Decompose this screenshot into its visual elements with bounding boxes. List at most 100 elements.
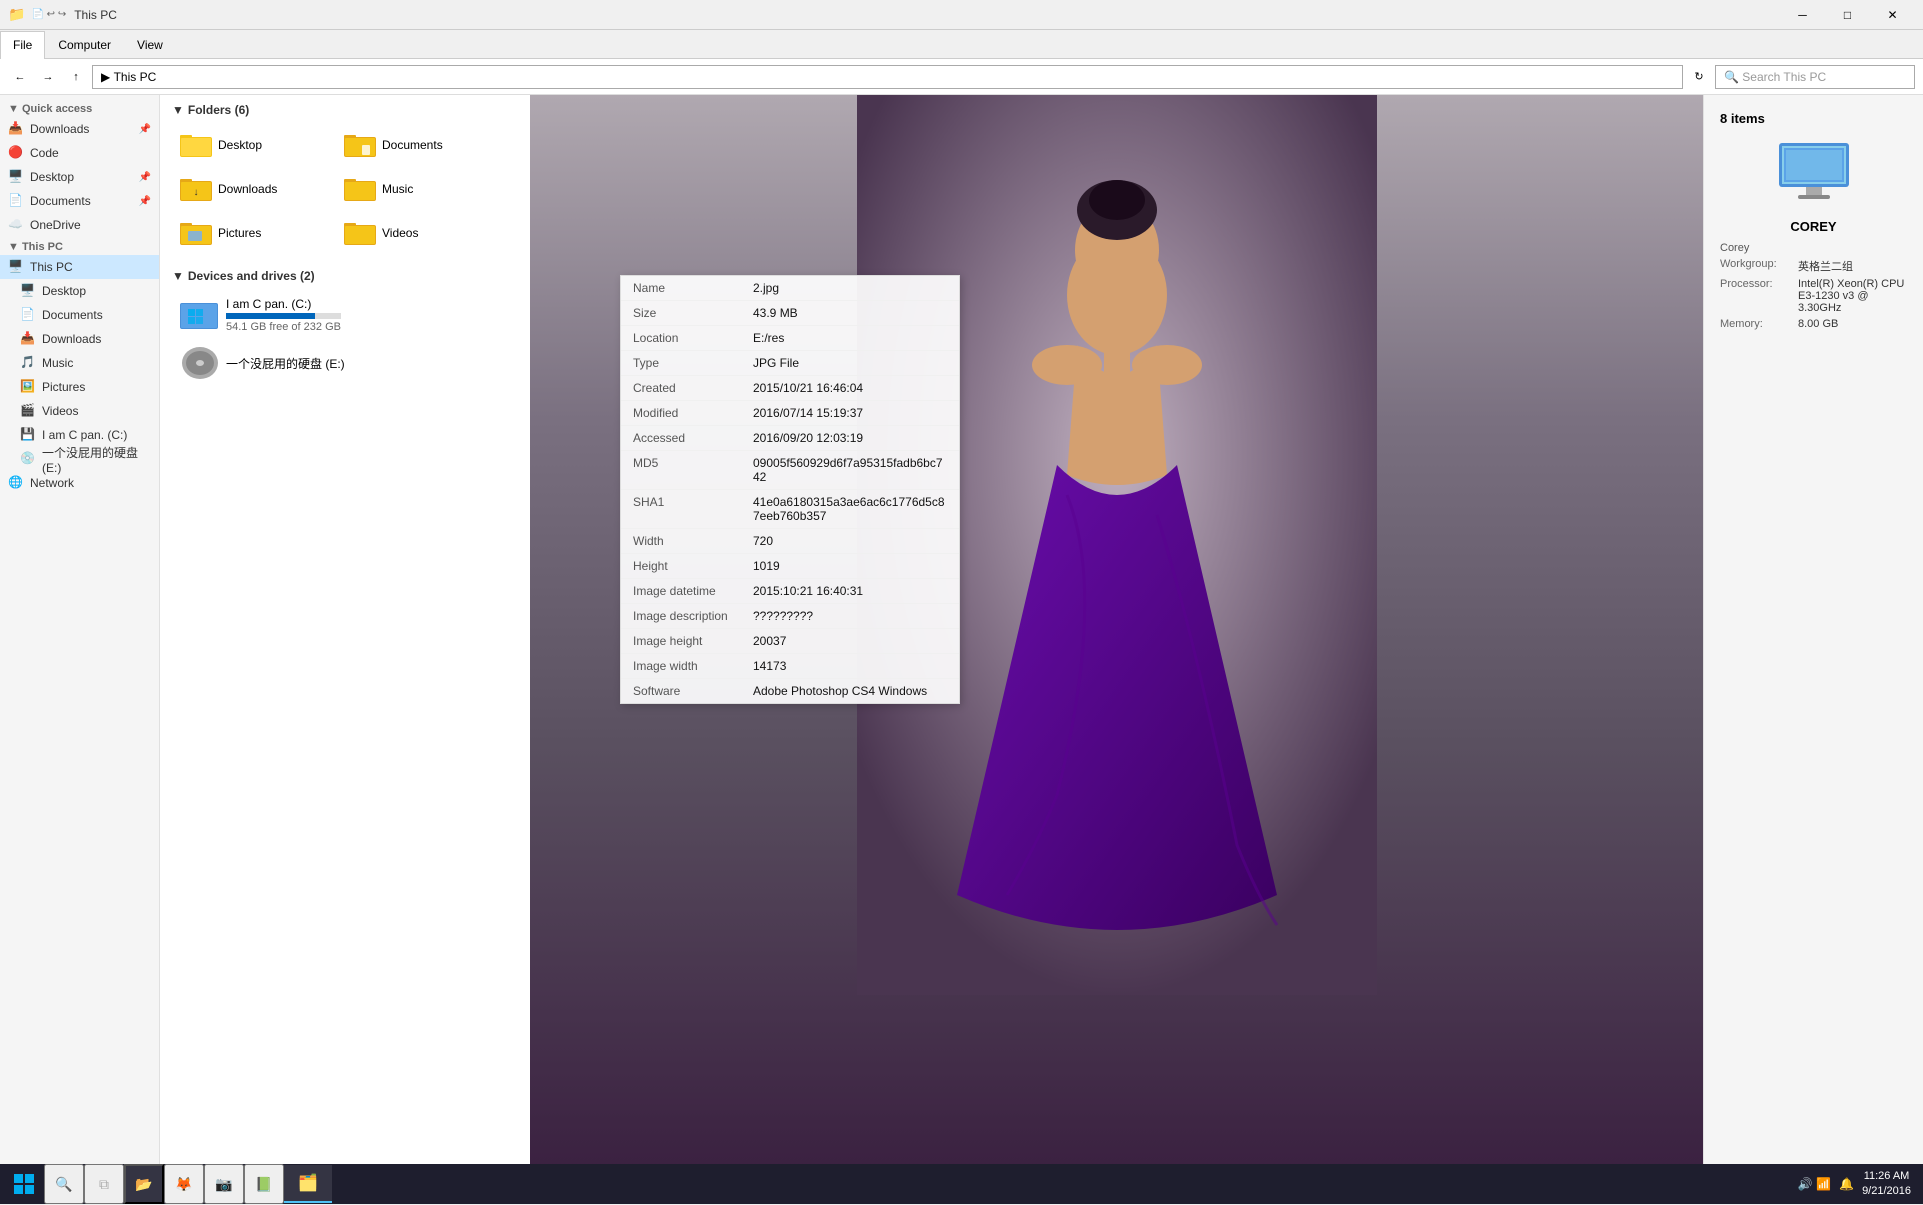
taskbar-app-1[interactable]: 📂 <box>124 1164 164 1204</box>
address-bar: ← → ↑ ▶ This PC ↻ 🔍 Search This PC <box>0 59 1923 95</box>
tab-computer[interactable]: Computer <box>45 30 124 58</box>
breadcrumb: ▶ <box>101 70 110 84</box>
file-info-row: Modified 2016/07/14 15:19:37 <box>621 401 959 426</box>
address-path[interactable]: ▶ This PC <box>92 65 1683 89</box>
taskbar-app-3[interactable]: 📷 <box>204 1164 244 1204</box>
file-info-label: Size <box>633 306 753 320</box>
file-info-value: 41e0a6180315a3ae6ac6c1776d5c87eeb760b357 <box>753 495 947 523</box>
folder-desktop[interactable]: Desktop <box>172 125 332 165</box>
items-count: 8 items <box>1720 111 1765 126</box>
sidebar-item-this-pc[interactable]: 🖥️ This PC <box>0 255 159 279</box>
taskbar: 🔍 ⧉ 📂 🦊 📷 📗 🗂️ 🔊 📶 🔔 11:26 AM 9/21/2016 <box>0 1164 1923 1204</box>
folder-documents[interactable]: Documents <box>336 125 496 165</box>
folder-videos[interactable]: Videos <box>336 213 496 253</box>
quick-access-label: Quick access <box>22 103 92 115</box>
file-info-row: Name 2.jpg <box>621 276 959 301</box>
file-info-value: 2016/09/20 12:03:19 <box>753 431 863 445</box>
sidebar-item-documents-pinned[interactable]: 📄 Documents 📌 <box>0 189 159 213</box>
svg-text:↓: ↓ <box>194 187 199 198</box>
sidebar-item-videos[interactable]: 🎬 Videos <box>0 399 159 423</box>
taskbar-search-button[interactable]: 🔍 <box>44 1164 84 1204</box>
sidebar-item-drive-e[interactable]: 💿 一个没屁用的硬盘 (E:) <box>0 447 159 471</box>
this-pc-label: This PC <box>22 241 63 253</box>
sidebar-item-network[interactable]: 🌐 Network <box>0 471 159 495</box>
clock-time: 11:26 AM <box>1862 1169 1911 1184</box>
folder-name: Documents <box>382 138 443 152</box>
minimize-button[interactable]: ─ <box>1780 0 1825 30</box>
taskbar-app-2[interactable]: 🦊 <box>164 1164 204 1204</box>
folder-music[interactable]: Music <box>336 169 496 209</box>
file-info-row: Accessed 2016/09/20 12:03:19 <box>621 426 959 451</box>
sidebar-item-documents[interactable]: 📄 Documents <box>0 303 159 327</box>
maximize-button[interactable]: □ <box>1825 0 1870 30</box>
pin-icon: 📌 <box>139 196 151 207</box>
pin-icon: 📌 <box>139 172 151 183</box>
background-image-area: Name 2.jpg Size 43.9 MB Location E:/res … <box>530 95 1703 1177</box>
taskbar-explorer-button[interactable]: 🗂️ <box>284 1165 332 1203</box>
up-button[interactable]: ↑ <box>64 65 88 89</box>
drive-c[interactable]: I am C pan. (C:) 54.1 GB free of 232 GB <box>172 291 392 339</box>
workgroup-row: Workgroup: 英格兰二组 <box>1720 258 1907 274</box>
taskbar-taskview-button[interactable]: ⧉ <box>84 1164 124 1204</box>
computer-name: COREY <box>1790 219 1836 234</box>
memory-value: 8.00 GB <box>1798 318 1838 330</box>
folders-section-header[interactable]: ▼ Folders (6) <box>172 103 518 117</box>
documents-icon: 📄 <box>8 193 24 209</box>
computer-info: Corey Workgroup: 英格兰二组 Processor: Intel(… <box>1720 242 1907 334</box>
folder-icon <box>180 219 212 247</box>
drives-section-header[interactable]: ▼ Devices and drives (2) <box>172 269 518 283</box>
sidebar-item-label: Videos <box>42 404 78 418</box>
title-bar-controls: ─ □ ✕ <box>1780 0 1915 30</box>
folder-name: Pictures <box>218 226 261 240</box>
sidebar-item-code[interactable]: 🔴 Code <box>0 141 159 165</box>
sidebar-section-quick-access[interactable]: ▼ Quick access <box>0 99 159 117</box>
tab-view[interactable]: View <box>124 30 176 58</box>
tab-file[interactable]: File <box>0 31 45 59</box>
ribbon-tabs: File Computer View <box>0 30 1923 58</box>
close-button[interactable]: ✕ <box>1870 0 1915 30</box>
folder-name: Downloads <box>218 182 277 196</box>
windows-logo <box>14 1174 34 1194</box>
file-info-label: Image height <box>633 634 753 648</box>
sidebar-item-onedrive[interactable]: ☁️ OneDrive <box>0 213 159 237</box>
sidebar-item-downloads-pinned[interactable]: 📥 Downloads 📌 <box>0 117 159 141</box>
sidebar-item-label: Desktop <box>30 170 74 184</box>
refresh-button[interactable]: ↻ <box>1687 65 1711 89</box>
taskbar-right: 🔊 📶 🔔 11:26 AM 9/21/2016 <box>1798 1169 1919 1200</box>
file-info-value: JPG File <box>753 356 799 370</box>
sidebar-item-pictures[interactable]: 🖼️ Pictures <box>0 375 159 399</box>
folder-downloads[interactable]: ↓ Downloads <box>172 169 332 209</box>
taskbar-app-4[interactable]: 📗 <box>244 1164 284 1204</box>
right-panel: 8 items COREY Corey Workgroup: 英格 <box>1703 95 1923 1177</box>
notification-icon[interactable]: 🔔 <box>1839 1177 1854 1191</box>
forward-button[interactable]: → <box>36 65 60 89</box>
sidebar-item-desktop-pinned[interactable]: 🖥️ Desktop 📌 <box>0 165 159 189</box>
sidebar-item-music[interactable]: 🎵 Music <box>0 351 159 375</box>
folder-icon <box>344 131 376 159</box>
path-text: This PC <box>114 70 157 84</box>
workgroup-value: 英格兰二组 <box>1798 258 1853 274</box>
folder-name: Desktop <box>218 138 262 152</box>
file-info-table: Name 2.jpg Size 43.9 MB Location E:/res … <box>621 276 959 703</box>
folder-pictures[interactable]: Pictures <box>172 213 332 253</box>
sidebar-item-label: Code <box>30 146 59 160</box>
sidebar-section-this-pc[interactable]: ▼ This PC <box>0 237 159 255</box>
sidebar-item-downloads[interactable]: 📥 Downloads <box>0 327 159 351</box>
folders-grid: Desktop Documents <box>172 125 518 253</box>
downloads-icon: 📥 <box>8 121 24 137</box>
sidebar-item-desktop[interactable]: 🖥️ Desktop <box>0 279 159 303</box>
title-bar: 📁 📄 ↩ ↪ This PC ─ □ ✕ <box>0 0 1923 30</box>
start-button[interactable] <box>4 1164 44 1204</box>
ribbon: File Computer View <box>0 30 1923 59</box>
back-button[interactable]: ← <box>8 65 32 89</box>
code-icon: 🔴 <box>8 145 24 161</box>
drive-c-icon <box>180 297 220 333</box>
username-row: Corey <box>1720 242 1907 254</box>
drive-e[interactable]: 一个没屁用的硬盘 (E:) <box>172 339 392 387</box>
file-info-value: 20037 <box>753 634 786 648</box>
search-box[interactable]: 🔍 Search This PC <box>1715 65 1915 89</box>
file-info-value: 2016/07/14 15:19:37 <box>753 406 863 420</box>
taskbar-clock[interactable]: 11:26 AM 9/21/2016 <box>1862 1169 1911 1200</box>
file-info-popup: Name 2.jpg Size 43.9 MB Location E:/res … <box>620 275 960 704</box>
drive-bar <box>226 313 315 319</box>
